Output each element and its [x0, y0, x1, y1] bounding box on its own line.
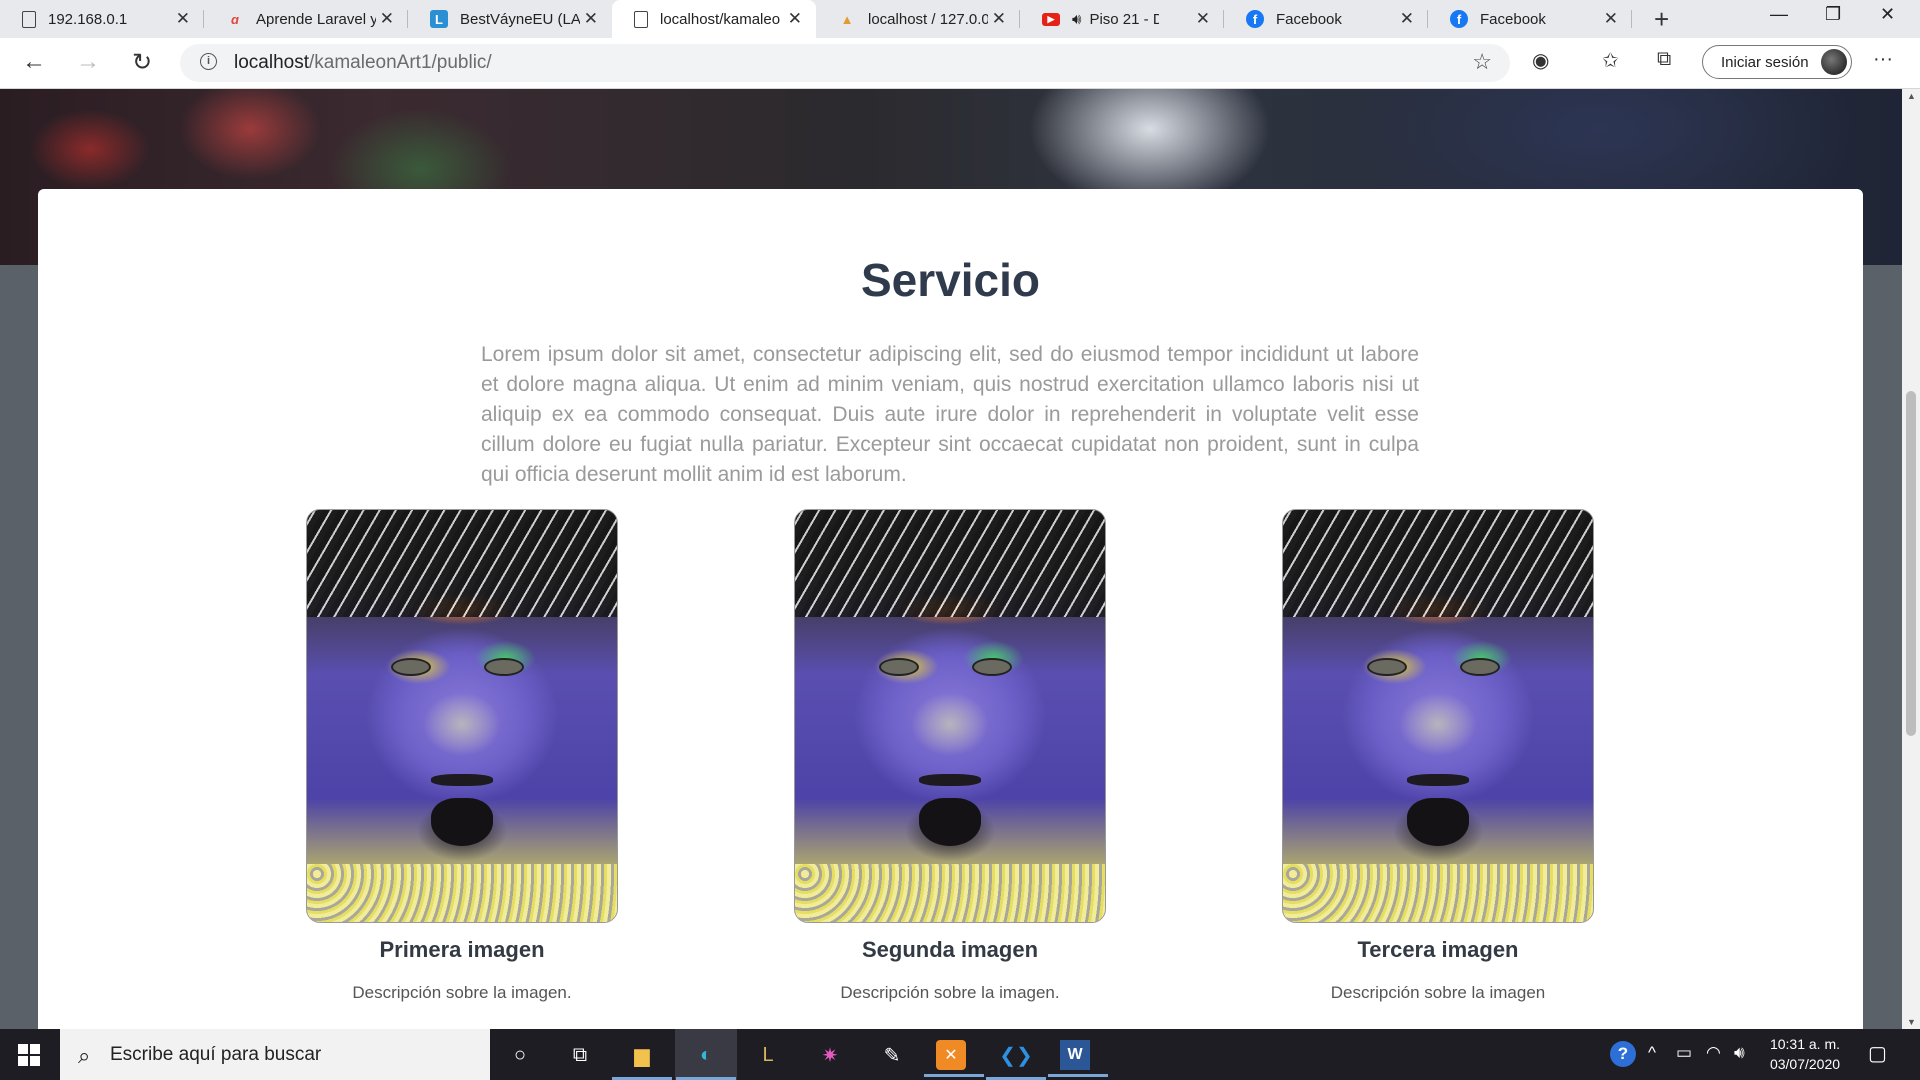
tab-title: localhost / 127.0.0 [868, 10, 988, 28]
tab-7[interactable]: f Facebook ✕ [1224, 0, 1428, 38]
task-view-icon[interactable]: ⧉ [562, 1037, 598, 1073]
collections-icon[interactable]: ⧉ [1657, 48, 1671, 71]
forward-icon[interactable]: → [76, 48, 100, 76]
notifications-icon[interactable]: ▢ [1868, 1041, 1887, 1066]
page-icon [634, 10, 648, 28]
speaker-icon[interactable]: 🔊︎ [1072, 11, 1081, 28]
tab-4-active[interactable]: localhost/kamaleo ✕ [612, 0, 816, 38]
address-bar[interactable]: i localhost/kamaleonArt1/public/ ☆ [180, 44, 1510, 82]
refresh-icon[interactable]: ↻ [132, 48, 152, 77]
facebook-icon: f [1246, 10, 1264, 28]
tab-8[interactable]: f Facebook ✕ [1428, 0, 1632, 38]
figure-description: Descripción sobre la imagen. [840, 983, 1060, 1002]
clock[interactable]: 10:31 a. m. 03/07/2020 [1760, 1034, 1850, 1074]
tab-title: Piso 21 - Déja [1089, 10, 1160, 28]
edge-icon[interactable]: ◐ [676, 1037, 736, 1080]
tab-title: Facebook [1276, 10, 1342, 28]
page-scrollbar[interactable]: ▲ ▼ [1902, 89, 1920, 1029]
portrait-image [306, 509, 618, 923]
close-icon[interactable]: ✕ [1604, 9, 1618, 29]
notes-icon[interactable]: ✎ [874, 1037, 910, 1073]
tab-6[interactable]: ▶ 🔊︎ Piso 21 - Déja ✕ [1020, 0, 1224, 38]
word-icon[interactable]: W [1048, 1040, 1108, 1077]
figure-caption: Primera imagen [379, 937, 545, 962]
l-icon: L [430, 10, 448, 28]
close-icon[interactable]: ✕ [176, 9, 190, 29]
figure-1: Primera imagen Descripción sobre la imag… [306, 509, 618, 1003]
page-viewport: Servicio Lorem ipsum dolor sit amet, con… [0, 89, 1902, 1029]
figure-caption: Segunda imagen [861, 937, 1039, 962]
tab-1[interactable]: 192.168.0.1 ✕ [0, 0, 204, 38]
extension-icon[interactable]: ◉ [1532, 48, 1549, 73]
portrait-image [1282, 509, 1594, 923]
facebook-icon: f [1450, 10, 1468, 28]
windows-taskbar: ⌕ Escribe aquí para buscar ○ ⧉ ▆ ◐ L ✷ ✎… [0, 1029, 1920, 1080]
scrollbar-thumb[interactable] [1906, 391, 1916, 736]
tab-5[interactable]: ▲ localhost / 127.0.0 ✕ [816, 0, 1020, 38]
favorite-star-icon[interactable]: ☆ [1472, 49, 1492, 75]
windows-start-icon[interactable] [18, 1044, 40, 1066]
clock-time: 10:31 a. m. [1769, 1036, 1841, 1052]
clock-date: 03/07/2020 [1769, 1056, 1841, 1072]
tab-2[interactable]: ɑ Aprende Laravel y ✕ [204, 0, 408, 38]
search-placeholder: Escribe aquí para buscar [110, 1044, 322, 1065]
show-hidden-icons-icon[interactable]: ^ [1648, 1043, 1656, 1063]
vscode-icon[interactable]: ❮❯ [986, 1037, 1046, 1080]
phpmyadmin-icon: ▲ [840, 11, 854, 27]
app-icon[interactable]: ✷ [812, 1037, 848, 1073]
figure-description: Descripción sobre la imagen [1330, 983, 1546, 1002]
tab-title: BestVáyneEU (LAN [460, 10, 580, 28]
browser-toolbar: ← → ↻ i localhost/kamaleonArt1/public/ ☆… [0, 38, 1920, 89]
lead-text: Lorem ipsum dolor sit amet, consectetur … [481, 343, 1419, 486]
search-icon: ⌕ [78, 1043, 91, 1068]
volume-icon[interactable]: 🔊︎ [1734, 1043, 1745, 1063]
close-icon[interactable]: ✕ [1400, 9, 1414, 29]
new-tab-icon[interactable]: + [1654, 4, 1669, 35]
minimize-icon[interactable]: — [1770, 4, 1788, 25]
tab-3[interactable]: L BestVáyneEU (LAN ✕ [408, 0, 612, 38]
wifi-icon[interactable]: ◠ [1706, 1043, 1721, 1063]
restore-icon[interactable]: ❐ [1825, 4, 1841, 25]
figure-2: Segunda imagen Descripción sobre la imag… [794, 509, 1106, 1003]
tab-title: Aprende Laravel y [256, 10, 376, 28]
battery-icon[interactable]: ▭ [1676, 1043, 1692, 1063]
figure-3: Tercera imagen Descripción sobre la imag… [1282, 509, 1594, 1003]
section-title: Servicio [861, 254, 1040, 306]
scroll-down-icon[interactable]: ▼ [1907, 1017, 1916, 1027]
info-icon[interactable]: i [200, 53, 217, 70]
url-text[interactable]: localhost/kamaleonArt1/public/ [234, 52, 492, 74]
cortana-icon[interactable]: ○ [502, 1037, 538, 1073]
tab-title: Facebook [1480, 10, 1546, 28]
more-icon[interactable]: ··· [1873, 48, 1893, 71]
help-icon[interactable]: ? [1610, 1041, 1636, 1067]
laravel-icon: ɑ [231, 11, 239, 27]
tab-strip: 192.168.0.1 ✕ ɑ Aprende Laravel y ✕ L Be… [0, 0, 1920, 38]
service-section: Servicio Lorem ipsum dolor sit amet, con… [38, 189, 1863, 1029]
portrait-image [794, 509, 1106, 923]
tab-title: localhost/kamaleo [660, 10, 780, 28]
back-icon[interactable]: ← [22, 48, 46, 76]
close-icon[interactable]: ✕ [1196, 9, 1210, 29]
close-icon[interactable]: ✕ [992, 9, 1006, 29]
signin-button[interactable]: Iniciar sesión [1702, 45, 1852, 79]
league-icon[interactable]: L [750, 1037, 786, 1073]
page-icon [22, 10, 36, 28]
favorites-icon[interactable]: ✩ [1602, 48, 1619, 73]
avatar [1821, 49, 1847, 75]
tab-title: 192.168.0.1 [48, 10, 128, 28]
file-explorer-icon[interactable]: ▆ [612, 1037, 672, 1080]
xampp-icon[interactable]: ✕ [924, 1040, 984, 1077]
close-icon[interactable]: ✕ [584, 9, 598, 29]
figure-caption: Tercera imagen [1357, 937, 1519, 962]
close-window-icon[interactable]: ✕ [1880, 4, 1895, 25]
signin-label: Iniciar sesión [1721, 54, 1809, 71]
scroll-up-icon[interactable]: ▲ [1907, 91, 1916, 101]
close-icon[interactable]: ✕ [788, 9, 802, 29]
taskbar-search[interactable]: ⌕ Escribe aquí para buscar [60, 1029, 490, 1080]
youtube-icon: ▶ [1042, 12, 1060, 26]
figure-description: Descripción sobre la imagen. [352, 983, 572, 1002]
close-icon[interactable]: ✕ [380, 9, 394, 29]
